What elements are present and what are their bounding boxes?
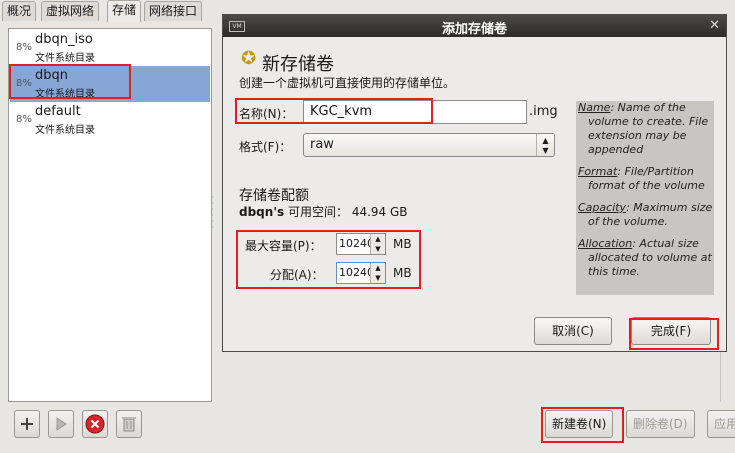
format-select[interactable]: raw ▲ ▼ xyxy=(303,133,555,157)
help-panel: Name: Name of the volume to create. File… xyxy=(576,101,714,295)
available-value: 44.94 GB xyxy=(351,205,408,219)
format-selected-value: raw xyxy=(310,137,334,152)
apply-button[interactable]: 应用 xyxy=(707,410,735,438)
dialog-description: 创建一个虚拟机可直接使用的存储单位。 xyxy=(239,76,456,90)
start-pool-button[interactable] xyxy=(48,410,74,438)
new-volume-icon: ✪ xyxy=(241,48,257,69)
highlight-box-selected-pool xyxy=(9,64,131,99)
tab-virtual-network[interactable]: 虚拟网络 xyxy=(41,1,100,21)
help-format: Format: File/Partition format of the vol… xyxy=(578,165,705,192)
dialog-titlebar[interactable]: VM 添加存储卷 ✕ xyxy=(223,15,726,37)
help-name: Name: Name of the volume to create. File… xyxy=(578,101,709,156)
highlight-box-capacity xyxy=(236,230,421,289)
tab-overview[interactable]: 概况 xyxy=(2,1,37,21)
highlight-box-name xyxy=(235,98,433,124)
play-icon xyxy=(56,417,67,431)
pool-item-dbqn-iso[interactable]: 8% dbqn_iso 文件系统目录 xyxy=(10,30,210,66)
chevron-updown-icon: ▲ ▼ xyxy=(536,134,554,156)
pool-usage-percent: 8% xyxy=(16,114,32,125)
tab-storage[interactable]: 存储 xyxy=(107,0,142,22)
format-label: 格式(F)： xyxy=(239,140,292,154)
dialog-title: 添加存储卷 xyxy=(441,22,507,37)
cancel-button[interactable]: 取消(C) xyxy=(534,317,612,345)
delete-volume-button[interactable]: 删除卷(D) xyxy=(626,410,695,438)
help-allocation: Allocation: Actual size allocated to vol… xyxy=(578,237,712,278)
pool-type: 文件系统目录 xyxy=(35,53,95,64)
available-space: dbqn's 可用空间： 44.94 GB xyxy=(239,203,408,220)
pool-item-default[interactable]: 8% default 文件系统目录 xyxy=(10,102,210,138)
available-label: 可用空间： xyxy=(287,205,348,219)
pool-type: 文件系统目录 xyxy=(35,125,95,136)
close-icon[interactable]: ✕ xyxy=(709,18,720,33)
pool-name-bold: dbqn's xyxy=(239,205,285,219)
pool-name: default xyxy=(35,104,81,119)
quota-heading: 存储卷配额 xyxy=(239,188,309,204)
tab-network-interfaces[interactable]: 网络接口 xyxy=(144,1,203,21)
add-pool-button[interactable] xyxy=(14,410,40,438)
add-volume-dialog: VM 添加存储卷 ✕ ✪ 新存储卷 创建一个虚拟机可直接使用的存储单位。 名称(… xyxy=(222,14,727,352)
highlight-box-finish xyxy=(629,318,719,350)
delete-pool-button[interactable] xyxy=(116,410,142,438)
plus-icon xyxy=(21,418,33,430)
dialog-heading: 新存储卷 xyxy=(262,54,334,75)
pool-name: dbqn_iso xyxy=(35,32,93,47)
stop-pool-button[interactable] xyxy=(82,410,108,438)
help-capacity: Capacity: Maximum size of the volume. xyxy=(578,201,713,228)
name-suffix: .img xyxy=(529,104,558,119)
pane-divider-handle[interactable]: · · · · · · xyxy=(211,194,215,239)
trash-icon xyxy=(122,417,136,432)
pool-usage-percent: 8% xyxy=(16,42,32,53)
stop-icon xyxy=(85,414,105,434)
highlight-box-new-volume xyxy=(541,407,624,443)
